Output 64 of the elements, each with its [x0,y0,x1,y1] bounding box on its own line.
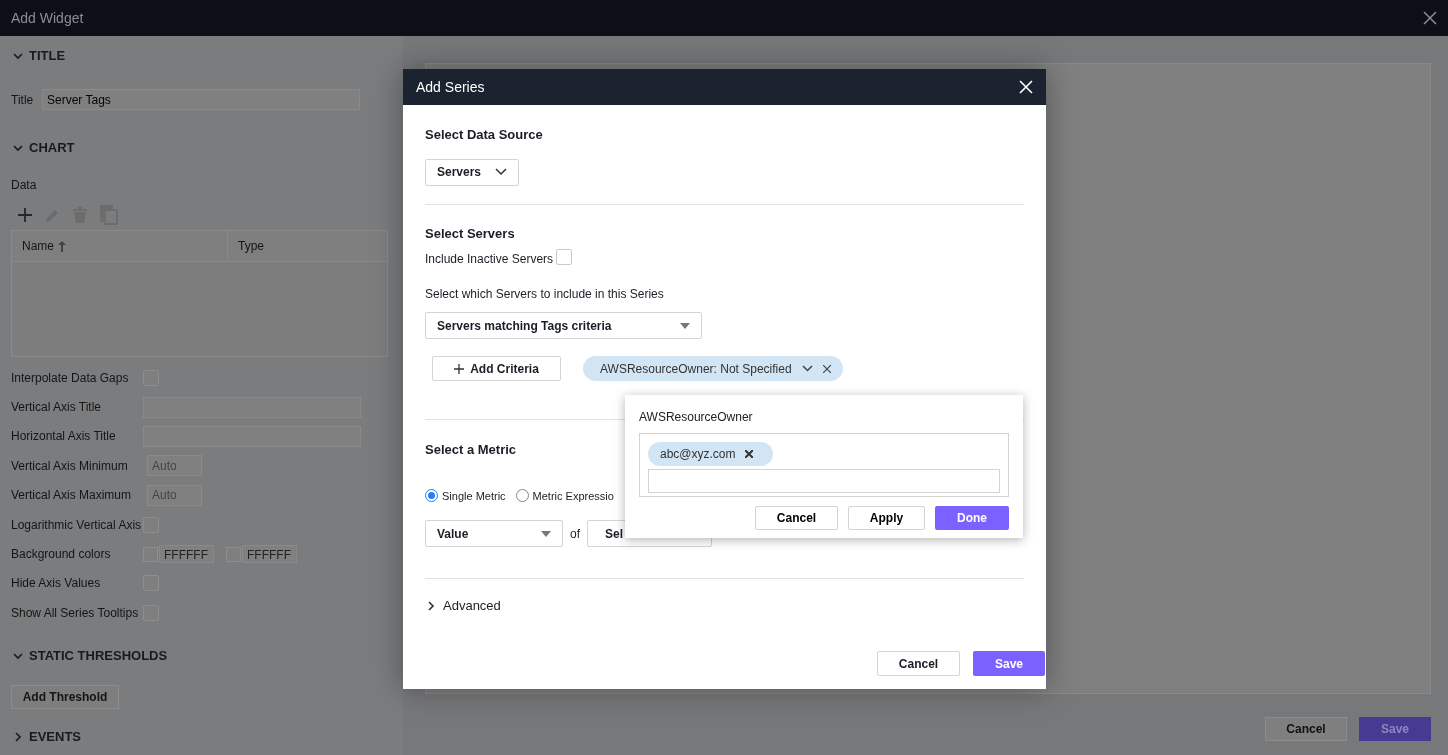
column-header[interactable]: Name [12,231,228,261]
field-label: Background colors [11,546,112,564]
field-label: Interpolate Data Gaps [11,369,130,387]
field-label: Vertical Axis Title [11,399,103,417]
window-title: Add Widget [11,8,84,28]
apply-button[interactable]: Apply [848,506,925,530]
field-label: Logarithmic Vertical Axis [11,516,143,534]
save-button[interactable]: Save [1359,717,1431,741]
cancel-button[interactable]: Cancel [1265,717,1347,741]
number-field[interactable]: Auto [147,484,202,506]
radio-label: Metric Expressio [532,488,614,504]
chevron-down-icon[interactable] [801,365,813,372]
field-label: Vertical Axis Maximum [11,487,133,505]
column-header[interactable]: Type [228,231,387,261]
add-threshold-button[interactable]: Add Threshold [11,684,119,709]
chevron-down-icon [495,168,507,176]
server-selection-dropdown[interactable]: Servers matching Tags criteria [425,312,702,339]
close-icon[interactable] [744,450,753,458]
save-button[interactable]: Save [973,651,1045,676]
cancel-button[interactable]: Cancel [877,651,960,676]
field-label: Title [11,91,35,109]
dialog-title: Add Series [416,77,485,97]
section-heading[interactable]: EVENTS [29,726,81,747]
section-heading: Select Data Source [425,126,543,144]
title-field[interactable]: Server Tags [42,89,360,110]
chevron-down-icon[interactable] [12,142,24,154]
section-heading[interactable]: STATIC THRESHOLDS [29,645,168,666]
section-heading[interactable]: CHART [29,138,75,158]
chevron-right-icon[interactable] [425,599,437,612]
hint-text: Select which Servers to include in this Series [425,286,664,303]
checkbox-label: Include Inactive Servers [425,251,554,268]
advanced-toggle[interactable]: Advanced [443,596,501,616]
tag-chip[interactable]: abc@xyz.com [648,442,773,466]
number-field[interactable]: Auto [147,455,202,477]
section-heading[interactable]: TITLE [29,46,66,66]
tag-input-box[interactable]: abc@xyz.com [639,433,1009,497]
field-label: Vertical Axis Minimum [11,457,129,475]
aggregate-dropdown[interactable]: Value [425,520,563,547]
add-criteria-button[interactable]: Add Criteria [432,356,561,381]
plus-icon[interactable] [18,208,32,222]
section-heading: Select a Metric [425,441,517,459]
caret-down-icon [541,530,551,537]
radio-label: Single Metric [442,488,506,504]
done-button[interactable]: Done [935,506,1009,530]
plus-icon [454,363,465,374]
close-icon[interactable] [822,364,831,373]
chevron-down-icon[interactable] [12,50,24,62]
field-label: Hide Axis Values [11,575,102,593]
color-hex-field[interactable]: FFFFFF [242,545,297,564]
caret-down-icon [680,322,690,329]
field-label: Horizontal Axis Title [11,428,117,446]
field-label: Show All Series Tooltips [11,604,140,622]
criteria-chip[interactable]: AWSResourceOwner: Not Specified [583,356,843,381]
sort-arrow-icon[interactable] [58,240,66,252]
data-source-dropdown[interactable]: Servers [425,158,519,186]
section-heading: Select Servers [425,224,515,243]
close-icon[interactable] [1423,11,1437,25]
color-hex-field[interactable]: FFFFFF [159,545,214,564]
popover-title: AWSResourceOwner [639,409,753,426]
checkbox[interactable] [556,249,573,265]
of-label: of [570,525,580,543]
cancel-button[interactable]: Cancel [755,506,838,530]
tag-text-field[interactable] [648,469,1000,493]
data-label: Data [10,177,38,194]
